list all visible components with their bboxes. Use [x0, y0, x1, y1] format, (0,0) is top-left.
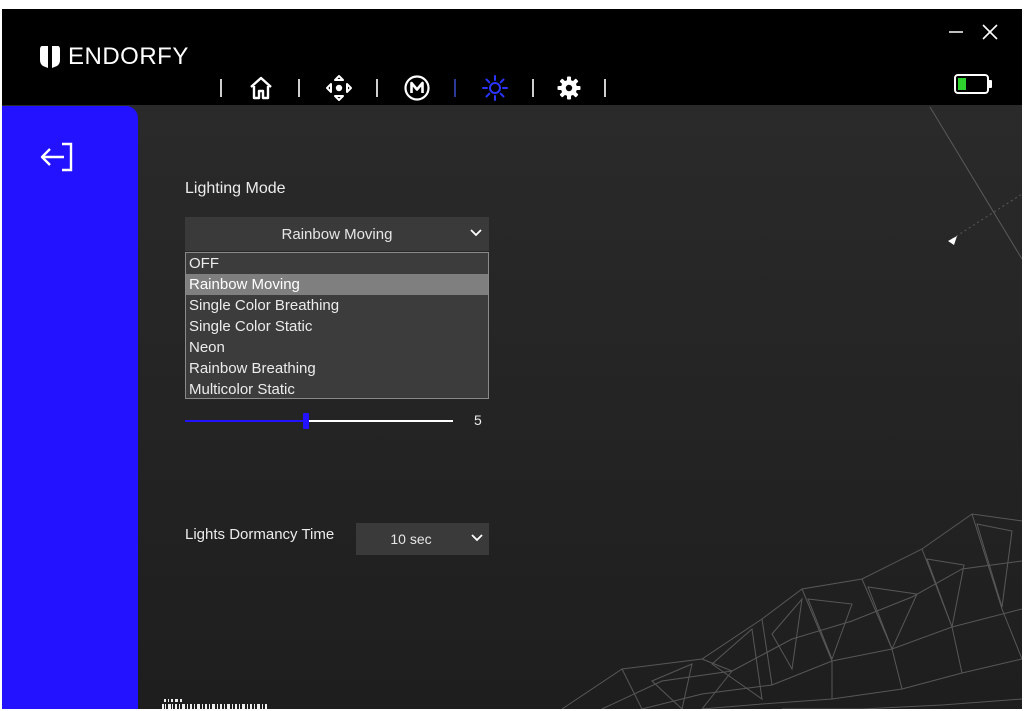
close-button[interactable]	[976, 21, 1004, 43]
lighting-mode-label: Lighting Mode	[185, 180, 286, 197]
dormancy-select[interactable]: 10 sec	[356, 523, 489, 555]
lighting-mode-value: Rainbow Moving	[281, 225, 393, 243]
lighting-mode-select[interactable]: Rainbow Moving	[185, 217, 489, 251]
sidebar	[2, 106, 138, 709]
chevron-down-icon	[471, 534, 483, 542]
nav-separator	[376, 79, 378, 97]
dropdown-option[interactable]: Single Color Breathing	[186, 295, 488, 316]
dropdown-option[interactable]: Multicolor Static	[186, 379, 488, 400]
slider-thumb[interactable]	[303, 413, 309, 429]
nav-separator	[604, 79, 606, 97]
nav-settings[interactable]	[554, 73, 584, 103]
macro-m-icon	[404, 75, 430, 101]
nav-buttons[interactable]	[324, 73, 354, 103]
endorfy-logo-icon	[40, 46, 60, 68]
dormancy-label: Lights Dormancy Time	[185, 526, 335, 543]
home-icon	[250, 76, 272, 100]
close-icon	[982, 24, 998, 40]
dropdown-option[interactable]: Rainbow Breathing	[186, 358, 488, 379]
background-art	[2, 105, 1022, 709]
nav-separator	[532, 79, 534, 97]
dropdown-option[interactable]: OFF	[186, 253, 488, 274]
speed-slider[interactable]	[185, 413, 453, 429]
lighting-mode-dropdown: OFF Rainbow Moving Single Color Breathin…	[185, 252, 489, 399]
barcode-marking	[162, 699, 267, 709]
title-bar: ENDORFY	[2, 9, 1022, 105]
brand-name: ENDORFY	[68, 43, 189, 70]
slider-value: 5	[474, 412, 482, 428]
brand-logo: ENDORFY	[38, 43, 189, 71]
slider-track	[306, 420, 453, 422]
app-window: ENDORFY Lighting Mode Rainbow Moving OFF…	[2, 9, 1022, 709]
nav-home[interactable]	[246, 73, 276, 103]
nav-separator	[220, 79, 222, 97]
nav-separator	[454, 79, 456, 97]
nav-macro[interactable]	[402, 73, 432, 103]
exit-arrow-icon	[40, 142, 73, 172]
dpad-icon	[326, 75, 352, 101]
gear-icon	[557, 76, 581, 100]
dropdown-option-selected[interactable]: Rainbow Moving	[186, 274, 488, 295]
dropdown-option[interactable]: Single Color Static	[186, 316, 488, 337]
nav-separator	[298, 79, 300, 97]
dropdown-option[interactable]: Neon	[186, 337, 488, 358]
nav-lighting[interactable]	[480, 73, 510, 103]
dormancy-value: 10 sec	[390, 531, 432, 547]
minimize-button[interactable]	[942, 21, 970, 43]
back-button[interactable]	[38, 140, 78, 174]
chevron-down-icon	[470, 229, 482, 237]
minimize-icon	[949, 31, 963, 33]
lighting-sun-icon	[482, 75, 508, 101]
slider-track-filled	[185, 420, 306, 422]
battery-icon	[954, 74, 992, 94]
